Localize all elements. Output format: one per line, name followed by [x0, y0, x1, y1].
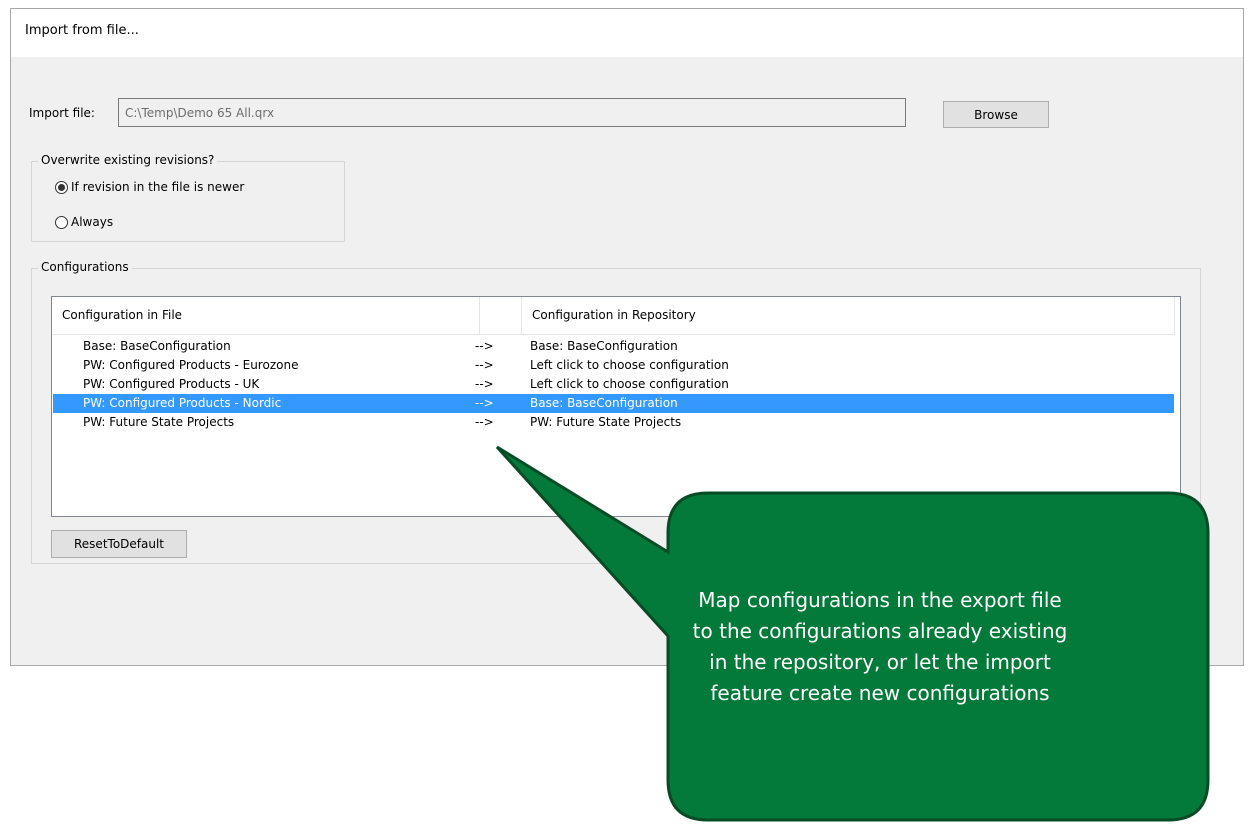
callout-text: Map configurations in the export file to… — [692, 588, 1068, 705]
